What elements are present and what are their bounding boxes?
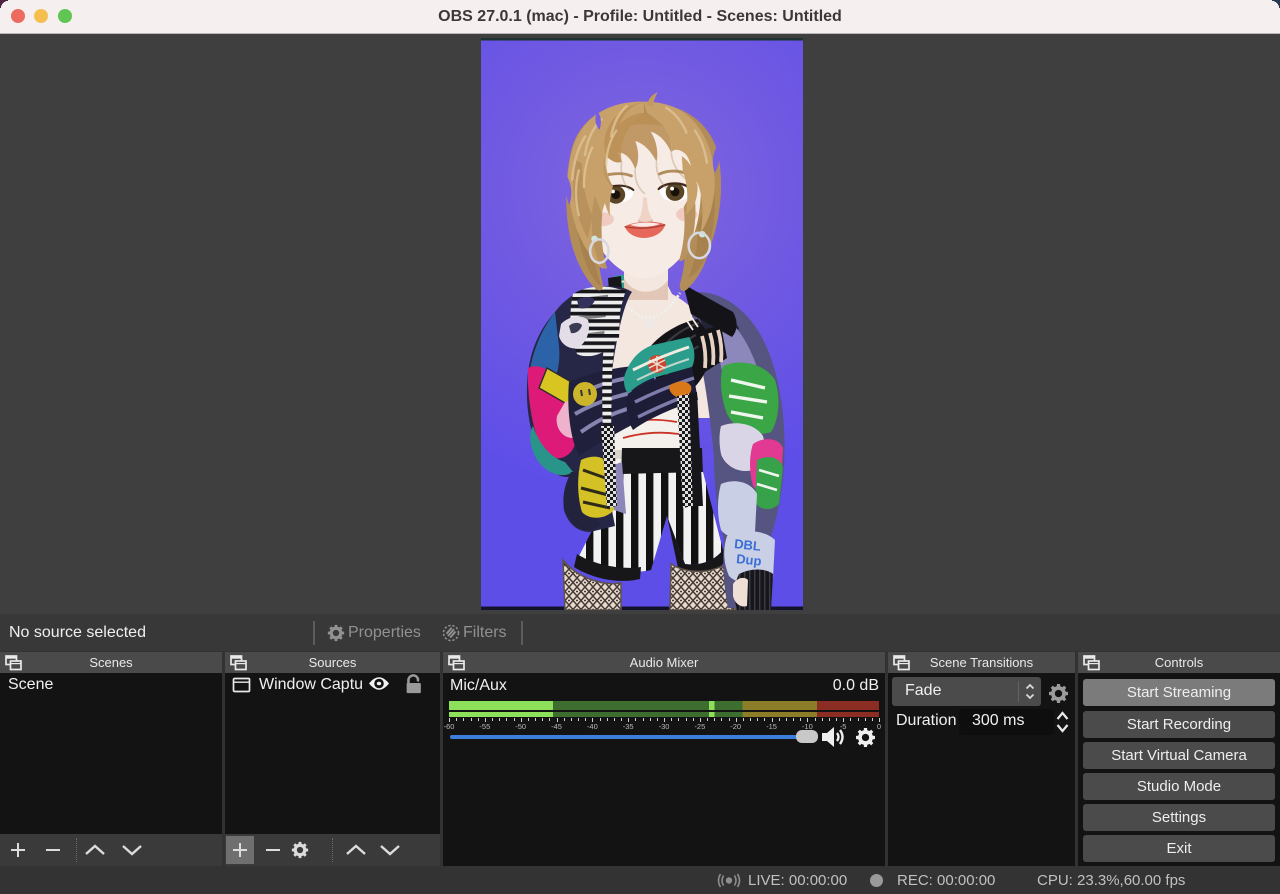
svg-text:Dup: Dup — [736, 551, 763, 569]
